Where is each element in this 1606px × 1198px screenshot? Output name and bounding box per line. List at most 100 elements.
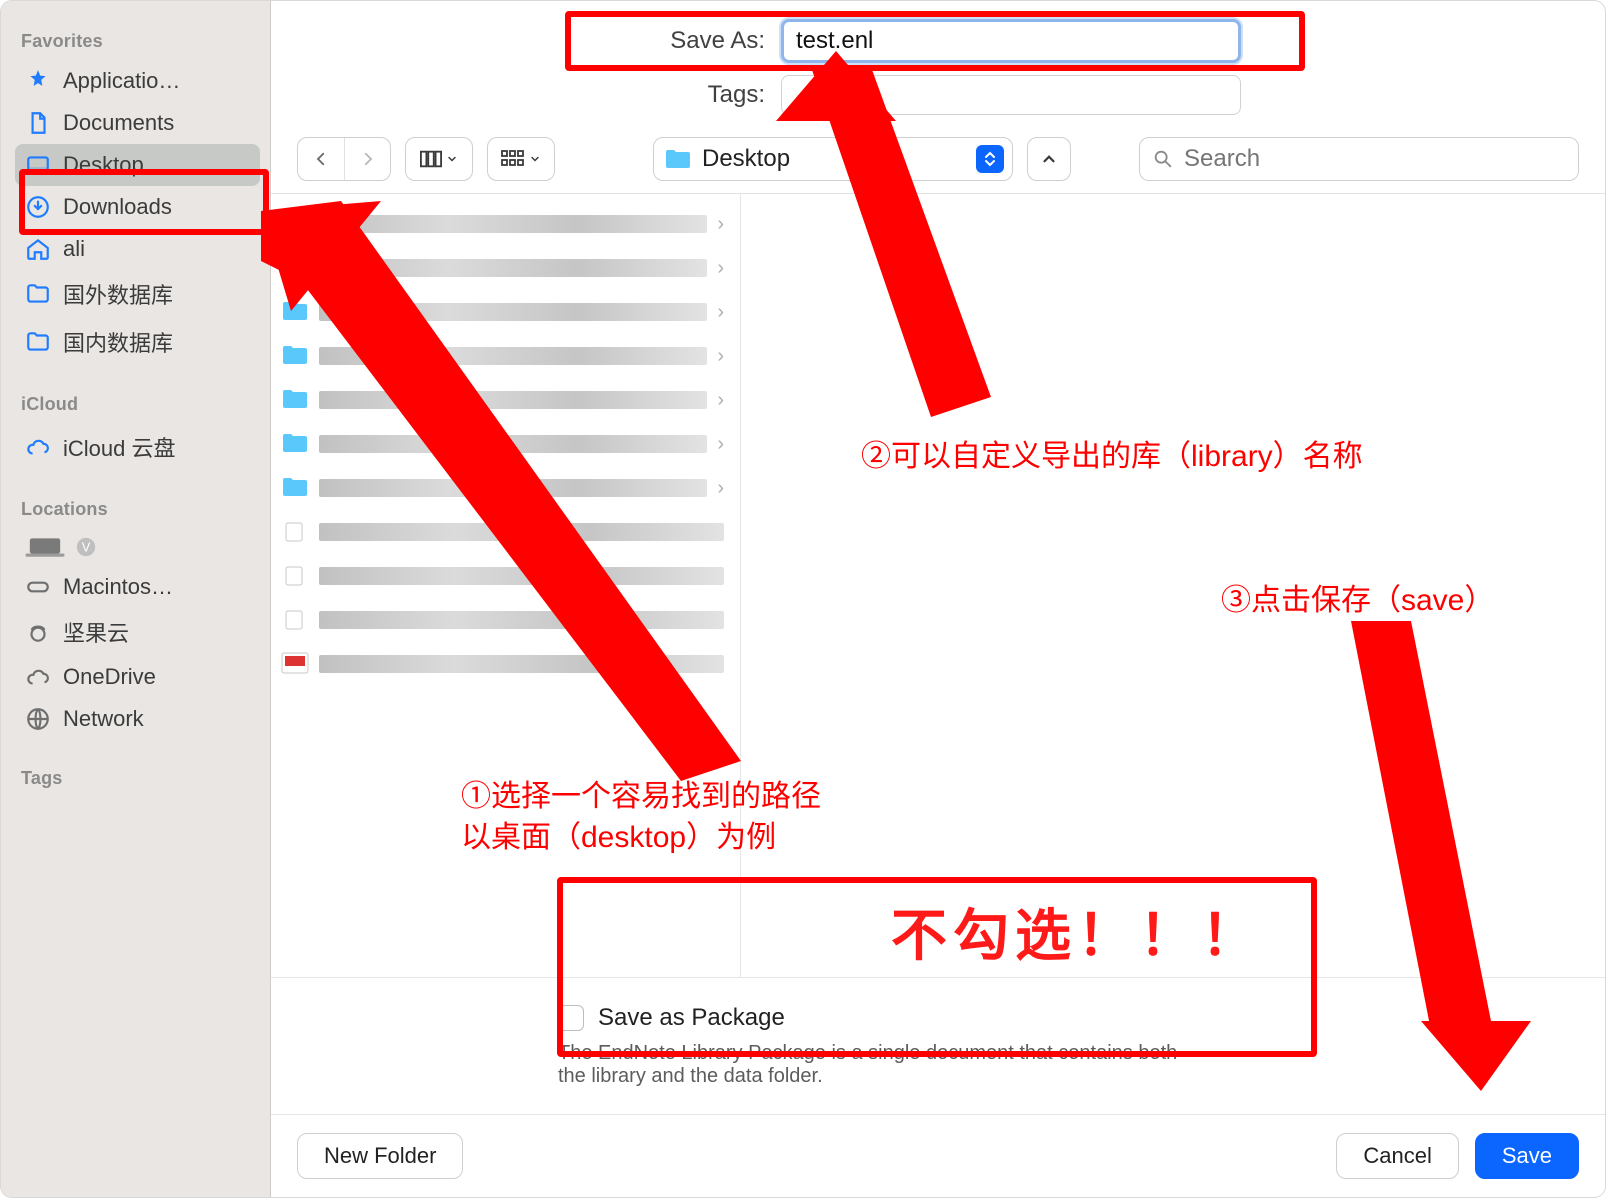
column-2[interactable] bbox=[741, 194, 1605, 977]
saveas-input[interactable] bbox=[781, 19, 1241, 63]
redacted-filename bbox=[319, 347, 707, 365]
chevron-right-icon: › bbox=[717, 257, 724, 280]
save-dialog: Favorites Applicatio… Documents bbox=[0, 0, 1606, 1198]
search-input[interactable] bbox=[1184, 145, 1566, 173]
redacted-filename bbox=[319, 391, 707, 409]
sidebar-item-applications[interactable]: Applicatio… bbox=[15, 60, 260, 102]
image-icon bbox=[281, 652, 309, 676]
file-icon bbox=[281, 564, 309, 588]
redacted-filename bbox=[319, 523, 724, 541]
list-item[interactable]: › bbox=[271, 466, 740, 510]
folder-icon bbox=[281, 212, 309, 236]
sidebar-item-desktop[interactable]: Desktop bbox=[15, 144, 260, 186]
sidebar-item-label: Macintos… bbox=[63, 574, 173, 600]
save-button[interactable]: Save bbox=[1475, 1133, 1579, 1179]
sidebar-item-documents[interactable]: Documents bbox=[15, 102, 260, 144]
tags-input[interactable] bbox=[781, 75, 1241, 115]
collapse-button[interactable] bbox=[1027, 137, 1071, 181]
chevron-down-icon bbox=[529, 153, 541, 165]
sidebar-item-label: iCloud 云盘 bbox=[63, 431, 175, 463]
sidebar-item-label: Downloads bbox=[63, 194, 172, 220]
sidebar-item-downloads[interactable]: Downloads bbox=[15, 186, 260, 228]
location-label: Desktop bbox=[702, 145, 966, 173]
chevron-right-icon: › bbox=[717, 213, 724, 236]
new-folder-button[interactable]: New Folder bbox=[297, 1133, 463, 1179]
group-by-button[interactable] bbox=[487, 137, 555, 181]
folder-icon bbox=[281, 432, 309, 456]
save-as-package-checkbox[interactable] bbox=[558, 1005, 584, 1031]
save-as-package-description: The EndNote Library Package is a single … bbox=[558, 1042, 1178, 1088]
nut-icon bbox=[25, 619, 51, 645]
svg-text:V: V bbox=[82, 540, 91, 555]
cancel-button[interactable]: Cancel bbox=[1336, 1133, 1458, 1179]
sidebar-item-icloud-drive[interactable]: iCloud 云盘 bbox=[15, 423, 260, 471]
sidebar-item-folder-1[interactable]: 国外数据库 bbox=[15, 270, 260, 318]
file-browser: ››››››› bbox=[271, 194, 1605, 977]
main-panel: Save As: Tags: bbox=[271, 1, 1605, 1197]
footer: New Folder Cancel Save bbox=[271, 1114, 1605, 1197]
redacted-filename bbox=[319, 611, 724, 629]
file-icon bbox=[281, 520, 309, 544]
tags-label: Tags: bbox=[635, 81, 765, 109]
folder-icon bbox=[25, 329, 51, 355]
folder-icon bbox=[281, 476, 309, 500]
list-item[interactable]: › bbox=[271, 246, 740, 290]
sidebar-item-label: ali bbox=[63, 236, 85, 262]
sidebar-item-onedrive[interactable]: OneDrive bbox=[15, 656, 260, 698]
redacted-filename bbox=[319, 215, 707, 233]
sidebar-heading-icloud: iCloud bbox=[15, 388, 260, 423]
list-item[interactable] bbox=[271, 598, 740, 642]
back-button[interactable] bbox=[298, 138, 344, 180]
sidebar-item-nutstore[interactable]: 坚果云 bbox=[15, 608, 260, 656]
chevron-right-icon: › bbox=[717, 433, 724, 456]
file-icon bbox=[281, 608, 309, 632]
folder-icon bbox=[664, 148, 692, 170]
chevron-right-icon: › bbox=[717, 477, 724, 500]
forward-button[interactable] bbox=[344, 138, 390, 180]
redacted-filename bbox=[319, 567, 724, 585]
sidebar-item-network[interactable]: Network bbox=[15, 698, 260, 740]
network-icon bbox=[25, 706, 51, 732]
chevron-down-icon bbox=[446, 153, 458, 165]
column-1[interactable]: ››››››› bbox=[271, 194, 741, 977]
sidebar-item-label: 国内数据库 bbox=[63, 326, 173, 358]
chevron-right-icon: › bbox=[717, 301, 724, 324]
list-item[interactable] bbox=[271, 510, 740, 554]
cloud-icon bbox=[25, 434, 51, 460]
redacted-filename bbox=[319, 259, 707, 277]
save-as-package-label: Save as Package bbox=[598, 1004, 785, 1032]
list-item[interactable] bbox=[271, 554, 740, 598]
search-field[interactable] bbox=[1139, 137, 1579, 181]
downloads-icon bbox=[25, 194, 51, 220]
location-popup[interactable]: Desktop bbox=[653, 137, 1013, 181]
applications-icon bbox=[25, 68, 51, 94]
folder-icon bbox=[281, 344, 309, 368]
list-item[interactable]: › bbox=[271, 202, 740, 246]
popup-arrows-icon bbox=[976, 145, 1004, 173]
sidebar: Favorites Applicatio… Documents bbox=[1, 1, 271, 1197]
view-mode-columns[interactable] bbox=[405, 137, 473, 181]
document-icon bbox=[25, 110, 51, 136]
package-section: Save as Package The EndNote Library Pack… bbox=[271, 977, 1605, 1114]
redacted-filename bbox=[319, 655, 724, 673]
list-item[interactable] bbox=[271, 642, 740, 686]
folder-icon bbox=[281, 388, 309, 412]
list-item[interactable]: › bbox=[271, 378, 740, 422]
list-item[interactable]: › bbox=[271, 422, 740, 466]
toolbar: Desktop bbox=[271, 121, 1605, 194]
desktop-icon bbox=[25, 152, 51, 178]
sidebar-heading-favorites: Favorites bbox=[15, 25, 260, 60]
nav-back-forward bbox=[297, 137, 391, 181]
sidebar-item-label: 国外数据库 bbox=[63, 278, 173, 310]
home-icon bbox=[25, 236, 51, 262]
sidebar-item-label: OneDrive bbox=[63, 664, 156, 690]
sidebar-item-folder-2[interactable]: 国内数据库 bbox=[15, 318, 260, 366]
list-item[interactable]: › bbox=[271, 334, 740, 378]
list-item[interactable]: › bbox=[271, 290, 740, 334]
folder-icon bbox=[281, 256, 309, 280]
sidebar-heading-tags: Tags bbox=[15, 762, 260, 797]
redacted-filename bbox=[319, 479, 707, 497]
sidebar-item-home[interactable]: ali bbox=[15, 228, 260, 270]
sidebar-item-macintosh-hd[interactable]: Macintos… bbox=[15, 566, 260, 608]
cloud-icon bbox=[25, 664, 51, 690]
